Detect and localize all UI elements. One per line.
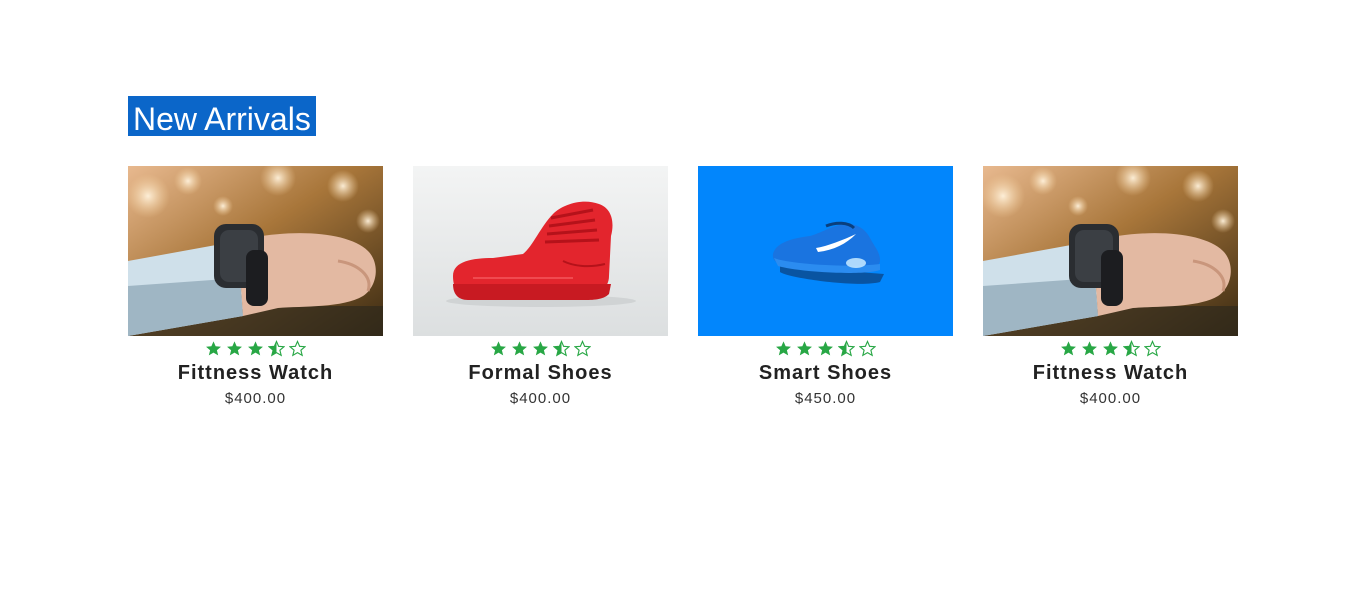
star-full-icon <box>532 340 549 357</box>
wrist-smartwatch-photo-icon <box>128 166 383 336</box>
star-full-icon <box>490 340 507 357</box>
product-image-red-shoe[interactable] <box>413 166 668 336</box>
star-full-icon <box>817 340 834 357</box>
product-price: $400.00 <box>224 390 287 407</box>
star-empty-icon <box>289 339 306 357</box>
star-full-icon <box>775 340 792 357</box>
product-name[interactable]: Smart Shoes <box>759 361 892 385</box>
star-rating <box>1060 338 1161 358</box>
star-full-icon <box>1060 340 1077 357</box>
star-rating <box>775 338 876 358</box>
star-full-icon <box>205 340 222 357</box>
page: New Arrivals Fittness Watch $400.00 Form… <box>0 0 1350 614</box>
product-card[interactable]: Fittness Watch $400.00 <box>983 166 1238 408</box>
star-half-icon <box>1123 339 1140 357</box>
star-full-icon <box>1081 340 1098 357</box>
star-empty-icon <box>574 339 591 357</box>
star-empty-icon <box>859 339 876 357</box>
product-image-watch[interactable] <box>983 166 1238 336</box>
product-price: $400.00 <box>509 390 572 407</box>
product-card[interactable]: Smart Shoes $450.00 <box>698 166 953 408</box>
star-full-icon <box>1102 340 1119 357</box>
star-half-icon <box>268 339 285 357</box>
wrist-smartwatch-photo-icon <box>983 166 1238 336</box>
product-image-blue-shoe[interactable] <box>698 166 953 336</box>
star-full-icon <box>511 340 528 357</box>
product-price: $400.00 <box>1079 390 1142 407</box>
product-name[interactable]: Formal Shoes <box>468 361 612 385</box>
product-image-watch[interactable] <box>128 166 383 336</box>
product-grid: Fittness Watch $400.00 Formal Shoes $400… <box>128 166 1238 408</box>
star-half-icon <box>553 339 570 357</box>
star-full-icon <box>247 340 264 357</box>
section-title: New Arrivals <box>128 96 316 137</box>
product-price: $450.00 <box>794 390 857 407</box>
red-high-top-sneaker-photo-icon <box>413 166 668 336</box>
star-half-icon <box>838 339 855 357</box>
star-full-icon <box>796 340 813 357</box>
product-card[interactable]: Fittness Watch $400.00 <box>128 166 383 408</box>
star-empty-icon <box>1144 339 1161 357</box>
blue-running-shoe-photo-icon <box>698 166 953 336</box>
star-full-icon <box>226 340 243 357</box>
star-rating <box>490 338 591 358</box>
product-name[interactable]: Fittness Watch <box>1033 361 1189 385</box>
product-name[interactable]: Fittness Watch <box>178 361 334 385</box>
product-card[interactable]: Formal Shoes $400.00 <box>413 166 668 408</box>
star-rating <box>205 338 306 358</box>
